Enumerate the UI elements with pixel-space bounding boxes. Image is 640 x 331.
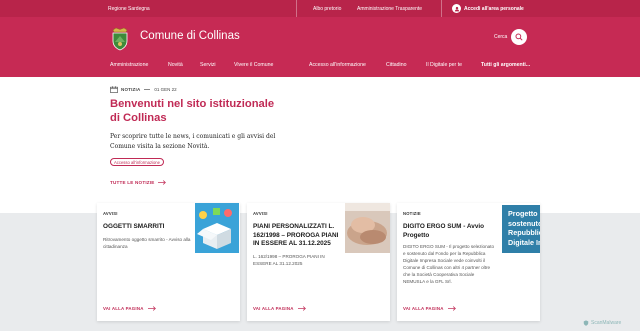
- card-link-label: VAI ALLA PAGINA: [403, 306, 444, 311]
- slim-header: Regione Sardegna Albo pretorio Amministr…: [0, 0, 640, 17]
- nav-item-accesso-informazione[interactable]: Accesso all'informazione: [309, 62, 366, 68]
- arrow-right-icon: [447, 306, 456, 311]
- site-title[interactable]: Comune di Collinas: [140, 30, 240, 42]
- all-news-label: TUTTE LE NOTIZIE: [110, 180, 155, 185]
- search-label: Cerca: [494, 34, 508, 40]
- municipal-crest-logo[interactable]: [110, 27, 130, 51]
- news-card[interactable]: NOTIZIE DIGITO ERGO SUM - Avvio Progetto…: [397, 203, 540, 321]
- arrow-right-icon: [297, 306, 306, 311]
- user-icon: [452, 4, 461, 13]
- card-image-caption: Progetto sostenuto da Repubblica Digital…: [508, 209, 540, 247]
- card-link[interactable]: VAI ALLA PAGINA: [103, 306, 156, 311]
- nav-item-servizi[interactable]: Servizi: [200, 62, 216, 68]
- amministrazione-trasparente-link[interactable]: Amministrazione Trasparente: [357, 6, 422, 12]
- search-icon: [515, 33, 523, 41]
- card-description: DIGITO ERGO SUM - Il progetto selezionat…: [403, 244, 495, 284]
- card-link-label: VAI ALLA PAGINA: [103, 306, 144, 311]
- search-button[interactable]: [511, 29, 527, 45]
- all-news-link[interactable]: TUTTE LE NOTIZIE: [110, 180, 166, 185]
- arrow-right-icon: [157, 180, 166, 185]
- card-link-label: VAI ALLA PAGINA: [253, 306, 294, 311]
- hero-category: NOTIZIA: [121, 87, 141, 92]
- hero-description: Per scoprire tutte le news, i comunicati…: [110, 133, 276, 150]
- card-category: AVVISI: [103, 211, 118, 216]
- divider: [296, 0, 297, 17]
- card-description: Ritrovamento oggetto smarrito - Avviso a…: [103, 237, 191, 249]
- nav-item-digitale[interactable]: Il Digitale per te: [426, 62, 462, 68]
- watermark: ScanMalware: [583, 320, 621, 326]
- card-title[interactable]: OGGETTI SMARRITI: [103, 223, 193, 232]
- card-title[interactable]: DIGITO ERGO SUM - Avvio Progetto: [403, 223, 495, 240]
- divider: [144, 89, 151, 90]
- nav-item-vivere-il-comune[interactable]: Vivere il Comune: [234, 62, 273, 68]
- hero-title[interactable]: Benvenuti nel sito istituzionale di Coll…: [110, 98, 280, 125]
- card-category: AVVISI: [253, 211, 268, 216]
- card-description: L. 162/1998 – PROROGA PIANI IN ESSERE AL…: [253, 254, 325, 266]
- card-category: NOTIZIE: [403, 211, 421, 216]
- albo-pretorio-link[interactable]: Albo pretorio: [313, 6, 341, 12]
- nav-item-novita[interactable]: Novità: [168, 62, 183, 68]
- topic-chip[interactable]: Accesso all'informazione: [110, 158, 164, 166]
- hero-meta: NOTIZIA 01 GEN 22: [110, 86, 177, 93]
- login-button[interactable]: Accedi all'area personale: [452, 3, 524, 14]
- divider: [441, 0, 442, 17]
- card-image-project: Progetto sostenuto da Repubblica Digital…: [502, 205, 540, 253]
- login-label: Accedi all'area personale: [464, 5, 524, 12]
- center-header: Comune di Collinas Cerca Amministrazione…: [0, 17, 640, 77]
- card-image-lost-objects: [195, 203, 239, 253]
- news-card[interactable]: AVVISI OGGETTI SMARRITI Ritrovamento ogg…: [97, 203, 240, 321]
- calendar-icon: [110, 86, 118, 93]
- arrow-right-icon: [147, 306, 156, 311]
- watermark-label: ScanMalware: [591, 320, 622, 326]
- card-link[interactable]: VAI ALLA PAGINA: [403, 306, 456, 311]
- card-image-hands: [345, 203, 390, 253]
- news-card[interactable]: AVVISI PIANI PERSONALIZZATI L. 162/1998 …: [247, 203, 390, 321]
- shield-icon: [583, 320, 589, 326]
- card-title[interactable]: PIANI PERSONALIZZATI L. 162/1998 – PRORO…: [253, 223, 345, 249]
- region-link[interactable]: Regione Sardegna: [108, 6, 150, 12]
- hero-date: 01 GEN 22: [154, 87, 177, 92]
- nav-item-amministrazione[interactable]: Amministrazione: [110, 62, 148, 68]
- card-link[interactable]: VAI ALLA PAGINA: [253, 306, 306, 311]
- nav-item-tutti-gli-argomenti[interactable]: Tutti gli argomenti...: [481, 62, 530, 68]
- nav-item-cittadino[interactable]: Cittadino: [386, 62, 406, 68]
